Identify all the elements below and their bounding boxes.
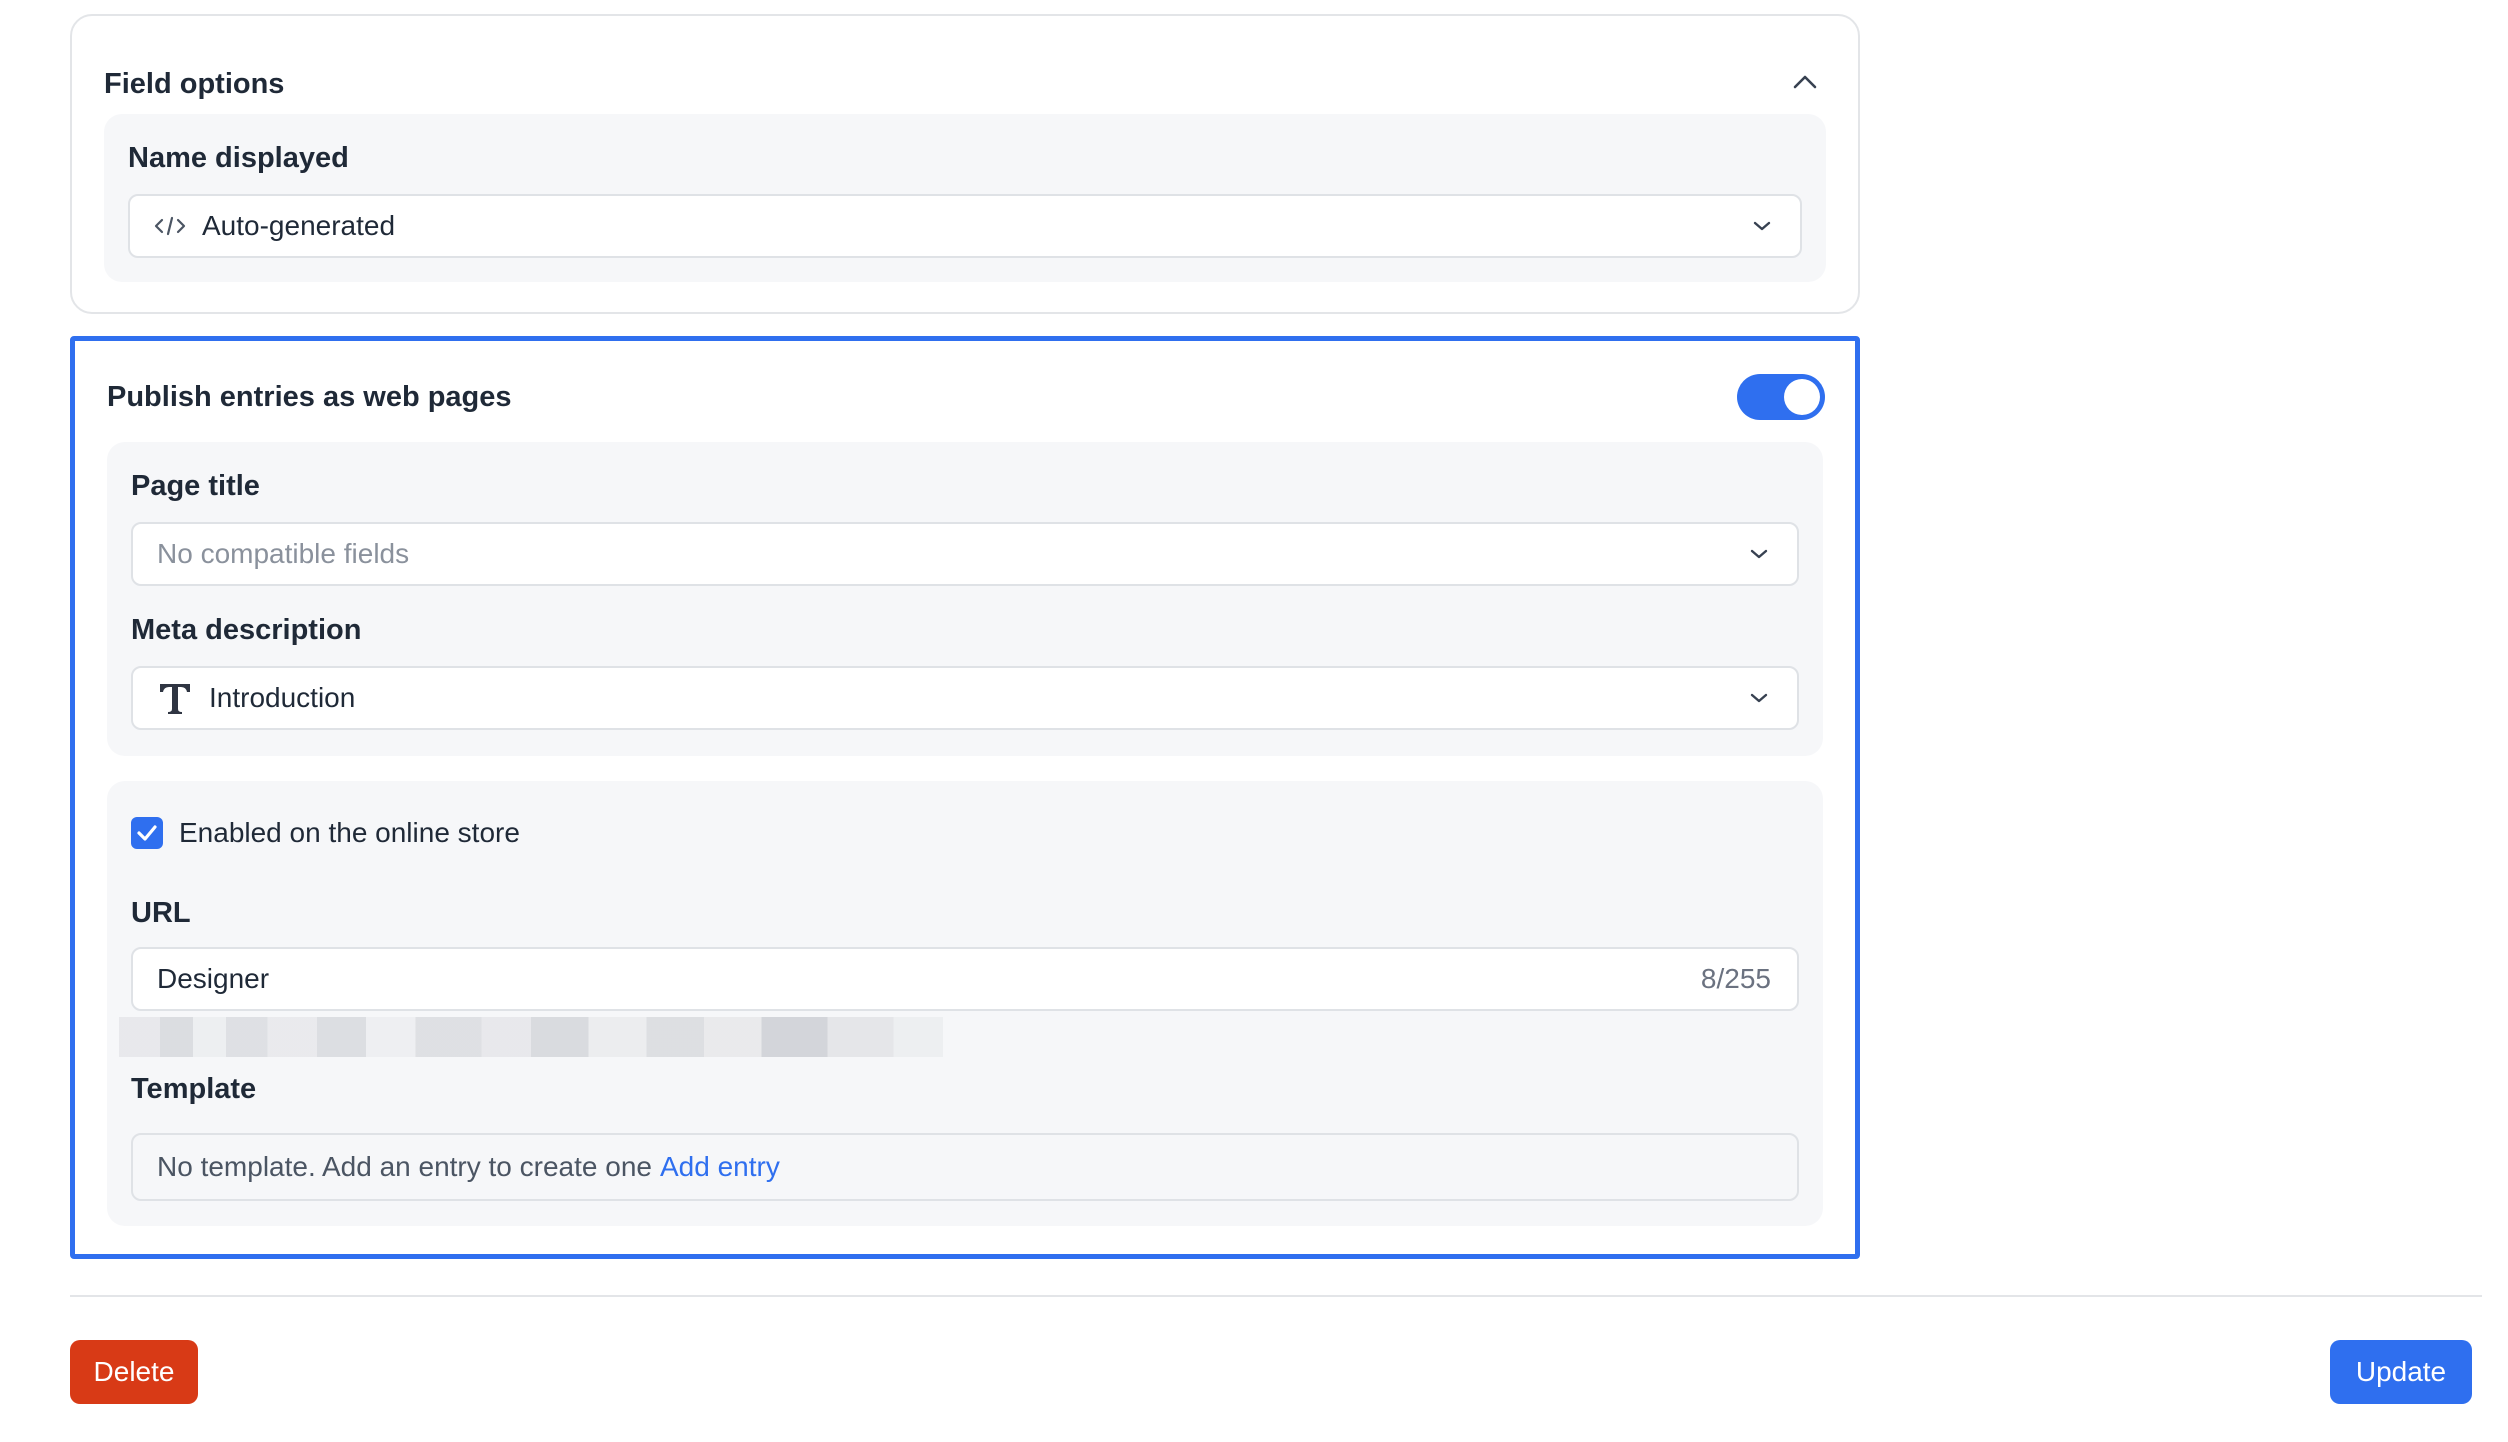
url-value: Designer [157, 963, 270, 994]
chevron-down-icon [1749, 692, 1769, 704]
field-options-card: Field options Name displayed Auto-genera… [70, 14, 1860, 314]
online-store-checkbox-label: Enabled on the online store [179, 817, 520, 848]
template-notice-text: No template. Add an entry to create one [157, 1151, 652, 1182]
template-label: Template [131, 1073, 257, 1105]
publish-entries-title: Publish entries as web pages [107, 381, 512, 413]
online-store-checkbox[interactable] [131, 817, 163, 849]
online-store-panel: Enabled on the online store URL Designer… [107, 781, 1823, 1226]
name-displayed-select[interactable]: Auto-generated [128, 194, 1802, 258]
publish-entries-card: Publish entries as web pages Page title … [70, 336, 1860, 1259]
name-displayed-label: Name displayed [128, 142, 349, 174]
name-displayed-panel: Name displayed Auto-generated [104, 114, 1826, 282]
page-title-placeholder: No compatible fields [157, 538, 410, 569]
page-title-label: Page title [131, 470, 260, 502]
meta-description-value: Introduction [209, 682, 356, 713]
url-label: URL [131, 897, 191, 929]
code-icon [154, 216, 186, 236]
update-button[interactable]: Update [2330, 1340, 2472, 1404]
toggle-knob [1784, 379, 1820, 415]
add-entry-link[interactable]: Add entry [660, 1151, 780, 1183]
meta-description-label: Meta description [131, 614, 362, 646]
field-options-title: Field options [104, 68, 285, 100]
template-notice: No template. Add an entry to create one … [131, 1133, 1799, 1201]
redacted-url-preview [119, 1017, 943, 1057]
text-type-icon [157, 680, 193, 716]
publish-entries-toggle[interactable] [1737, 374, 1825, 420]
name-displayed-value: Auto-generated [202, 210, 396, 241]
chevron-down-icon [1752, 220, 1772, 232]
seo-fields-panel: Page title No compatible fields Meta des… [107, 442, 1823, 756]
url-input[interactable]: Designer 8/255 [131, 947, 1799, 1011]
chevron-up-icon[interactable] [1792, 74, 1818, 90]
footer-divider [70, 1295, 2482, 1297]
delete-button[interactable]: Delete [70, 1340, 198, 1404]
online-store-checkbox-row[interactable]: Enabled on the online store [131, 817, 520, 849]
url-character-counter: 8/255 [1700, 963, 1771, 994]
page-title-select[interactable]: No compatible fields [131, 522, 1799, 586]
chevron-down-icon [1749, 548, 1769, 560]
meta-description-select[interactable]: Introduction [131, 666, 1799, 730]
